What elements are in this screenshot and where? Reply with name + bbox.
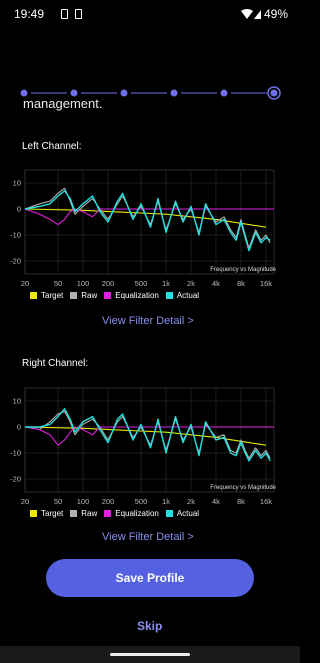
left-x-tick-label: 500 xyxy=(135,279,148,288)
left-view-filter-detail-link[interactable]: View Filter Detail > xyxy=(102,315,194,327)
notification-icon xyxy=(75,9,82,19)
left-x-tick-label: 1k xyxy=(162,279,170,288)
status-time: 19:49 xyxy=(14,7,45,21)
left-channel-label: Left Channel: xyxy=(22,141,82,152)
right-chart-title: Frequency vs Magnitude xyxy=(210,485,276,491)
right-legend-swatch-raw xyxy=(70,510,78,517)
right-x-tick-label: 4k xyxy=(212,497,220,506)
status-bar: 19:49 49% xyxy=(0,0,300,30)
right-x-tick-label: 50 xyxy=(54,497,62,506)
left-legend: Target Raw Equalization Actual xyxy=(30,291,202,300)
right-x-tick-label: 16k xyxy=(260,497,272,506)
right-legend-label-target: Target xyxy=(41,509,64,518)
left-x-tick-label: 8k xyxy=(237,279,245,288)
right-x-tick-label: 8k xyxy=(237,497,245,506)
left-y-tick-label: -20 xyxy=(10,257,21,266)
left-series-target xyxy=(24,208,267,228)
right-legend-swatch-actual xyxy=(165,510,173,517)
left-x-tick-label: 100 xyxy=(77,279,90,288)
stepper-step xyxy=(120,89,128,97)
right-x-tick-label: 500 xyxy=(135,497,148,506)
save-profile-button[interactable]: Save Profile xyxy=(46,559,254,597)
right-x-tick-label: 1k xyxy=(162,497,170,506)
left-y-tick-label: 0 xyxy=(17,205,21,214)
left-y-tick-label: -10 xyxy=(10,231,21,240)
left-legend-swatch-equalization xyxy=(104,292,112,299)
left-series-actual xyxy=(24,190,271,252)
right-y-tick-label: 0 xyxy=(17,423,21,432)
right-legend: Target Raw Equalization Actual xyxy=(30,509,202,518)
left-x-tick-label: 50 xyxy=(54,279,62,288)
stepper-step xyxy=(170,89,178,97)
right-y-tick-label: -20 xyxy=(10,475,21,484)
right-legend-swatch-equalization xyxy=(104,510,112,517)
right-legend-label-raw: Raw xyxy=(81,509,98,518)
right-view-filter-detail-link[interactable]: View Filter Detail > xyxy=(102,531,194,543)
left-legend-label-target: Target xyxy=(41,291,64,300)
left-x-tick-label: 16k xyxy=(260,279,272,288)
left-legend-label-equalization: Equalization xyxy=(115,291,159,300)
wifi-signal-icon xyxy=(241,9,261,19)
right-series-raw xyxy=(24,410,271,459)
left-x-tick-label: 2k xyxy=(187,279,195,288)
right-y-tick-label: -10 xyxy=(10,449,21,458)
left-legend-swatch-raw xyxy=(70,292,78,299)
right-plot-frame xyxy=(24,387,275,493)
home-gesture-handle[interactable] xyxy=(110,653,190,656)
left-legend-swatch-actual xyxy=(165,292,173,299)
stepper-step-active xyxy=(270,89,278,97)
stepper-step xyxy=(220,89,228,97)
right-y-tick-label: 10 xyxy=(13,397,21,406)
left-legend-label-raw: Raw xyxy=(81,291,98,300)
battery-percentage: 49% xyxy=(264,7,289,21)
left-legend-swatch-target xyxy=(30,292,37,299)
right-x-tick-label: 200 xyxy=(102,497,115,506)
description-text: management. xyxy=(23,96,103,111)
right-x-tick-label: 2k xyxy=(187,497,195,506)
sim-card-icon xyxy=(61,9,68,19)
right-legend-swatch-target xyxy=(30,510,37,517)
left-series-raw xyxy=(24,187,271,249)
left-y-tick-label: 10 xyxy=(13,179,21,188)
right-channel-label: Right Channel: xyxy=(22,358,89,369)
left-x-tick-label: 4k xyxy=(212,279,220,288)
left-x-tick-label: 200 xyxy=(102,279,115,288)
right-x-tick-label: 20 xyxy=(21,497,29,506)
left-x-tick-label: 20 xyxy=(21,279,29,288)
right-legend-label-equalization: Equalization xyxy=(115,509,159,518)
skip-button[interactable]: Skip xyxy=(137,619,162,633)
right-x-tick-label: 100 xyxy=(77,497,90,506)
left-chart-title: Frequency vs Magnitude xyxy=(210,267,276,273)
right-legend-label-actual: Actual xyxy=(176,509,200,518)
left-legend-label-actual: Actual xyxy=(176,291,200,300)
